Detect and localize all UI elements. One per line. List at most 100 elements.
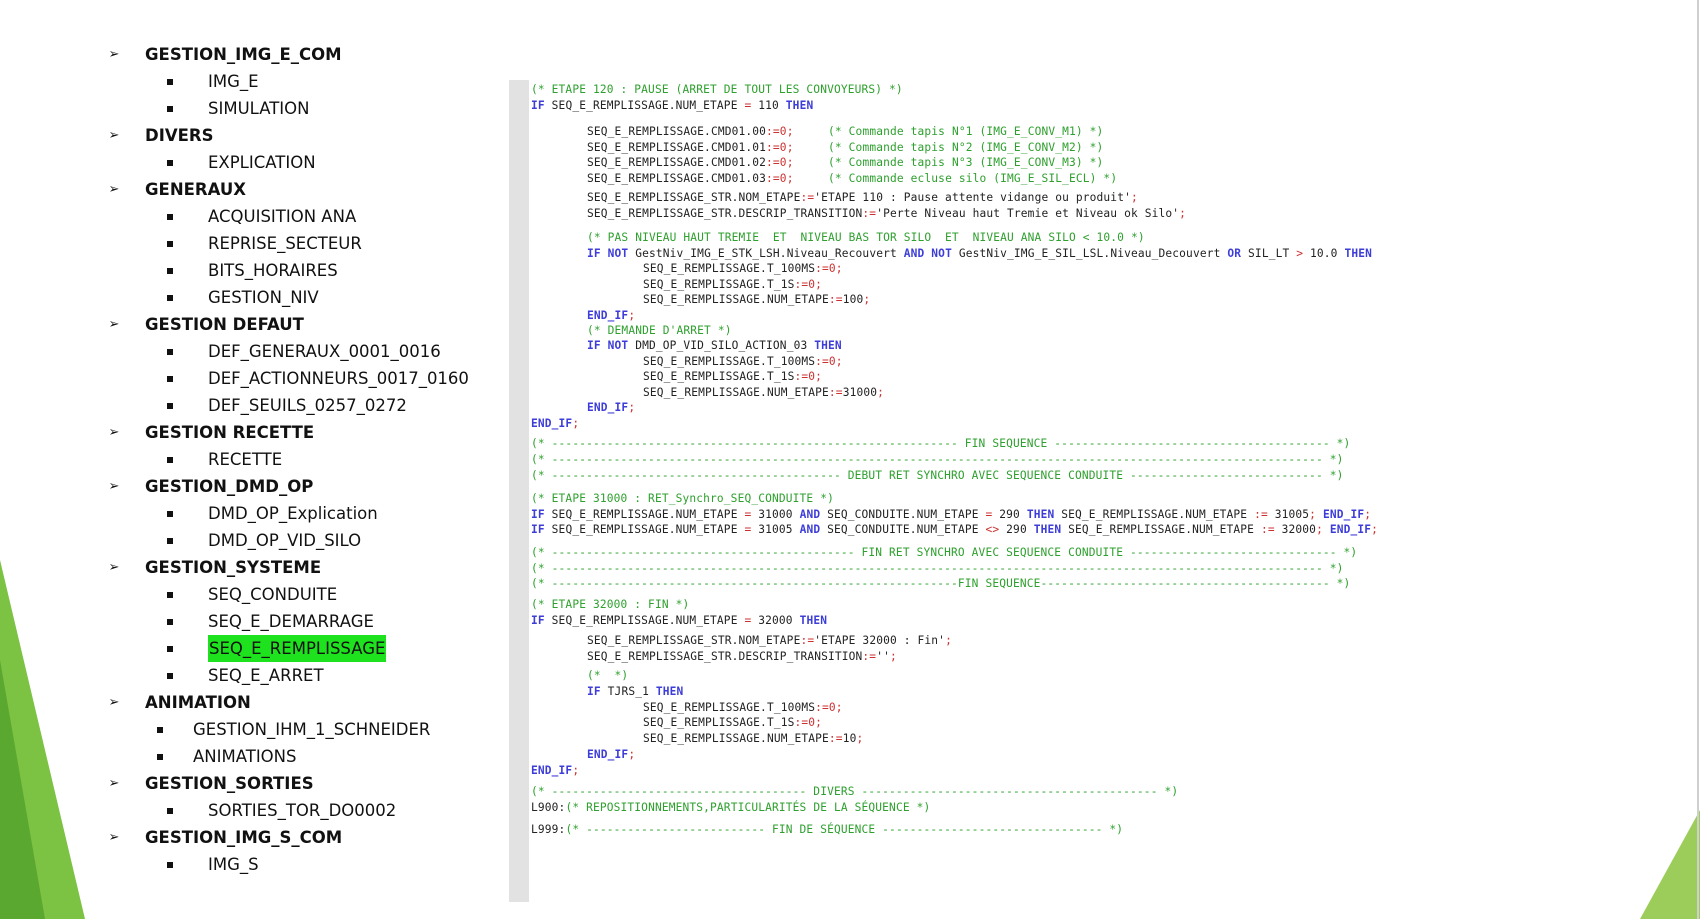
code-token: SEQ_E_REMPLISSAGE.T_100MS bbox=[643, 262, 816, 275]
tree-label: EXPLICATION bbox=[208, 153, 316, 172]
tree-label: IMG_S bbox=[208, 855, 259, 874]
code-token: SEQ_E_REMPLISSAGE.NUM_ETAPE bbox=[544, 99, 745, 112]
code-token: IF NOT bbox=[587, 339, 629, 352]
tree-group[interactable]: ➢ GESTION DEFAUT bbox=[104, 311, 504, 338]
arrow-bullet-icon: ➢ bbox=[108, 182, 120, 197]
code-token: 31000 bbox=[842, 386, 878, 399]
tree-item[interactable]: GESTION_IHM_1_SCHNEIDER bbox=[104, 716, 504, 743]
code-token: AND bbox=[799, 523, 821, 536]
tree-item[interactable]: DEF_ACTIONNEURS_0017_0160 bbox=[104, 365, 504, 392]
arrow-bullet-icon: ➢ bbox=[108, 47, 120, 62]
tree-label: GESTION_IMG_S_COM bbox=[145, 828, 343, 847]
code-line: (* ETAPE 32000 : FIN *) bbox=[531, 597, 689, 612]
tree-label: ANIMATION bbox=[145, 693, 251, 712]
tree-item[interactable]: DEF_GENERAUX_0001_0016 bbox=[104, 338, 504, 365]
code-token: 32000 bbox=[1274, 523, 1317, 536]
square-bullet-icon bbox=[167, 268, 173, 274]
arrow-bullet-icon: ➢ bbox=[108, 776, 120, 791]
tree-group[interactable]: ➢ GESTION RECETTE bbox=[104, 419, 504, 446]
tree-item[interactable]: REPRISE_SECTEUR bbox=[104, 230, 504, 257]
tree-item[interactable]: SEQ_CONDUITE bbox=[104, 581, 504, 608]
tree-item[interactable]: SIMULATION bbox=[104, 95, 504, 122]
code-line: SEQ_E_REMPLISSAGE.T_100MS:=0; bbox=[643, 700, 843, 715]
code-line: SEQ_E_REMPLISSAGE_STR.DESCRIP_TRANSITION… bbox=[587, 206, 1186, 221]
code-line: L999:(* -------------------------- FIN D… bbox=[531, 822, 1123, 837]
tree-item[interactable]: GESTION_NIV bbox=[104, 284, 504, 311]
code-token: IF bbox=[531, 99, 545, 112]
code-token: ; bbox=[856, 732, 864, 745]
tree-group[interactable]: ➢ ANIMATION bbox=[104, 689, 504, 716]
code-token: ; bbox=[572, 764, 580, 777]
code-token: := bbox=[828, 293, 843, 306]
code-line: (* -------------------------------------… bbox=[531, 468, 1343, 483]
code-token: ; bbox=[628, 748, 636, 761]
tree-group[interactable]: ➢ DIVERS bbox=[104, 122, 504, 149]
tree-item[interactable]: SEQ_E_DEMARRAGE bbox=[104, 608, 504, 635]
tree-item[interactable]: DMD_OP_Explication bbox=[104, 500, 504, 527]
code-token: (* Commande ecluse silo (IMG_E_SIL_ECL) … bbox=[828, 172, 1118, 185]
code-line: SEQ_E_REMPLISSAGE.CMD01.02:=0; (* Comman… bbox=[587, 155, 1103, 170]
tree-group[interactable]: ➢ GESTION_SYSTEME bbox=[104, 554, 504, 581]
tree-item[interactable]: ACQUISITION ANA bbox=[104, 203, 504, 230]
square-bullet-icon bbox=[157, 727, 163, 733]
tree-label: GESTION_IMG_E_COM bbox=[145, 45, 342, 64]
tree-item[interactable]: SEQ_E_REMPLISSAGE bbox=[104, 635, 504, 662]
tree-group[interactable]: ➢ GESTION_SORTIES bbox=[104, 770, 504, 797]
code-token: SEQ_E_REMPLISSAGE_STR.DESCRIP_TRANSITION bbox=[587, 650, 863, 663]
code-token: L900: bbox=[531, 801, 566, 814]
code-line: SEQ_E_REMPLISSAGE_STR.DESCRIP_TRANSITION… bbox=[587, 649, 897, 664]
code-token: (* -------------------------------------… bbox=[531, 546, 1358, 559]
code-token: 10.0 bbox=[1303, 247, 1345, 260]
tree-label: GESTION_SYSTEME bbox=[145, 558, 322, 577]
code-token: 'ETAPE 110 : Pause attente vidange ou pr… bbox=[814, 191, 1131, 204]
code-token: := bbox=[828, 386, 843, 399]
tree-label: SEQ_E_DEMARRAGE bbox=[208, 612, 374, 631]
code-line: (* -------------------------------------… bbox=[531, 545, 1357, 560]
tree-item[interactable]: SEQ_E_ARRET bbox=[104, 662, 504, 689]
code-token: IF bbox=[531, 508, 545, 521]
code-line: SEQ_E_REMPLISSAGE.T_100MS:=0; bbox=[643, 261, 843, 276]
code-token: ; bbox=[863, 293, 871, 306]
tree-group[interactable]: ➢ GESTION_IMG_S_COM bbox=[104, 824, 504, 851]
tree-item[interactable]: IMG_S bbox=[104, 851, 504, 878]
tree-group[interactable]: ➢ GESTION_IMG_E_COM bbox=[104, 41, 504, 68]
code-line: (* DEMANDE D'ARRET *) bbox=[587, 323, 732, 338]
tree-group[interactable]: ➢ GESTION_DMD_OP bbox=[104, 473, 504, 500]
code-token: := bbox=[800, 191, 815, 204]
tree-label: GESTION_IHM_1_SCHNEIDER bbox=[193, 720, 431, 739]
code-token: SEQ_E_REMPLISSAGE.T_1S bbox=[643, 370, 795, 383]
code-line: IF SEQ_E_REMPLISSAGE.NUM_ETAPE = 32000 T… bbox=[531, 613, 827, 628]
code-token: SEQ_E_REMPLISSAGE.NUM_ETAPE bbox=[1061, 523, 1261, 536]
code-token: SEQ_E_REMPLISSAGE_STR.NOM_ETAPE bbox=[587, 191, 801, 204]
code-line: SEQ_E_REMPLISSAGE.NUM_ETAPE:=31000; bbox=[643, 385, 884, 400]
code-line: SEQ_E_REMPLISSAGE_STR.NOM_ETAPE:='ETAPE … bbox=[587, 190, 1138, 205]
square-bullet-icon bbox=[167, 160, 173, 166]
tree-label: GESTION RECETTE bbox=[145, 423, 315, 442]
code-token: OR bbox=[1227, 247, 1242, 260]
code-token: :=0; bbox=[766, 141, 794, 154]
tree-item[interactable]: DEF_SEUILS_0257_0272 bbox=[104, 392, 504, 419]
tree-item[interactable]: SORTIES_TOR_DO0002 bbox=[104, 797, 504, 824]
tree-item[interactable]: RECETTE bbox=[104, 446, 504, 473]
tree-label: SEQ_E_ARRET bbox=[208, 666, 324, 685]
tree-label: GENERAUX bbox=[145, 180, 246, 199]
tree-item[interactable]: DMD_OP_VID_SILO bbox=[104, 527, 504, 554]
tree-item[interactable]: IMG_E bbox=[104, 68, 504, 95]
tree-item[interactable]: BITS_HORAIRES bbox=[104, 257, 504, 284]
code-line: SEQ_E_REMPLISSAGE.CMD01.03:=0; (* Comman… bbox=[587, 171, 1117, 186]
code-token: SEQ_E_REMPLISSAGE.NUM_ETAPE bbox=[643, 386, 829, 399]
code-line: (* -------------------------------------… bbox=[531, 452, 1343, 467]
code-token: 31005 bbox=[751, 523, 800, 536]
code-token: (* *) bbox=[587, 669, 629, 682]
code-line: END_IF; bbox=[587, 308, 635, 323]
square-bullet-icon bbox=[167, 808, 173, 814]
arrow-bullet-icon: ➢ bbox=[108, 128, 120, 143]
code-token: THEN bbox=[1026, 508, 1055, 521]
tree-group[interactable]: ➢ GENERAUX bbox=[104, 176, 504, 203]
tree-item[interactable]: EXPLICATION bbox=[104, 149, 504, 176]
square-bullet-icon bbox=[167, 403, 173, 409]
tree-item[interactable]: ANIMATIONS bbox=[104, 743, 504, 770]
code-token: 10 bbox=[842, 732, 857, 745]
code-token: := bbox=[828, 732, 843, 745]
tree-label: SEQ_CONDUITE bbox=[208, 585, 338, 604]
